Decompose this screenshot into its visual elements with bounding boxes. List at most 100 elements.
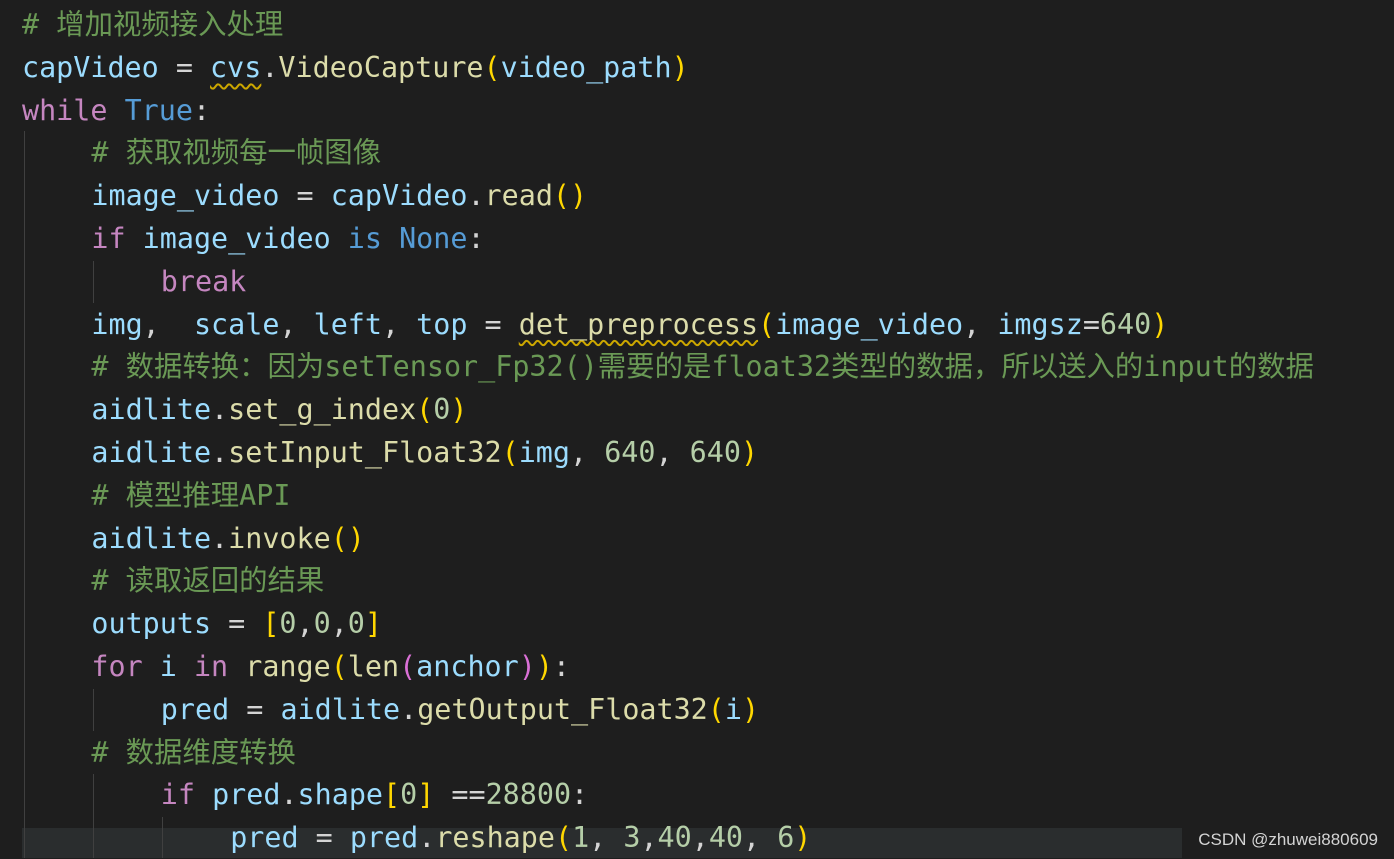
code-token: , <box>640 821 658 855</box>
code-token: 640 <box>1099 307 1152 341</box>
code-line[interactable]: pred = aidlite.getOutput_Float32(i) <box>161 689 759 731</box>
code-token: pred <box>160 692 230 726</box>
code-token: . <box>261 50 279 84</box>
code-token: getOutput_Float32 <box>417 692 708 726</box>
code-token: ( <box>501 436 519 469</box>
code-token: : <box>192 93 211 127</box>
code-line[interactable]: capVideo = cvs.VideoCapture(video_path) <box>22 47 689 89</box>
code-token: 40 <box>708 821 743 855</box>
code-token: () <box>330 521 365 555</box>
code-token: . <box>280 778 298 812</box>
code-token: image_video <box>91 179 280 213</box>
code-line[interactable]: # 读取返回的结果 <box>91 560 324 602</box>
code-token: ( <box>416 393 434 427</box>
code-token: : <box>571 778 589 812</box>
code-token: . <box>211 521 229 555</box>
code-line[interactable]: # 获取视频每一帧图像 <box>91 132 381 174</box>
code-token: image_video <box>142 222 331 255</box>
code-token: 1 <box>572 821 590 855</box>
code-line[interactable]: pred = pred.reshape(1, 3,40,40, 6) <box>230 817 811 859</box>
code-token: # 数据转换：因为setTensor_Fp32()需要的是float32类型的数… <box>91 350 1314 384</box>
csdn-watermark: CSDN @zhuwei880609 <box>1198 830 1378 849</box>
code-token: VideoCapture <box>278 50 484 84</box>
code-editor[interactable]: # 增加视频接入处理 capVideo = cvs.VideoCapture(vi… <box>0 0 1394 858</box>
code-token: video_path <box>500 50 672 84</box>
code-line[interactable]: # 增加视频接入处理 <box>22 4 283 46</box>
indent-guide <box>93 689 94 731</box>
code-token: # 增加视频接入处理 <box>22 8 284 41</box>
code-token: img <box>518 436 570 469</box>
code-token: imgsz <box>997 307 1083 341</box>
code-token: , <box>743 821 778 855</box>
code-token: ) <box>450 393 468 427</box>
indent-guide <box>93 261 94 303</box>
code-token: # 获取视频每一帧图像 <box>91 136 382 170</box>
code-line[interactable]: # 数据转换：因为setTensor_Fp32()需要的是float32类型的数… <box>91 346 1314 388</box>
code-token: () <box>552 179 588 213</box>
code-token: left <box>313 307 382 341</box>
code-token: in <box>193 650 229 683</box>
code-line[interactable]: aidlite.invoke() <box>91 518 365 560</box>
code-token: , <box>691 821 709 855</box>
code-line[interactable]: # 数据维度转换 <box>91 732 296 774</box>
code-token: ) <box>518 650 536 683</box>
code-token: outputs <box>91 607 212 641</box>
code-token: len <box>347 650 400 683</box>
code-token: cvs <box>210 50 262 84</box>
code-line[interactable]: outputs = [0,0,0] <box>91 603 382 645</box>
code-line[interactable]: img, scale, left, top = det_preprocess(i… <box>91 304 1168 346</box>
code-token: read <box>484 179 553 213</box>
code-line[interactable]: while True: <box>22 90 210 132</box>
code-token: = <box>1082 307 1100 341</box>
code-token: . <box>211 436 229 469</box>
code-token: aidlite <box>91 521 212 555</box>
code-line[interactable]: for i in range(len(anchor)): <box>91 646 570 688</box>
code-token: = <box>229 692 281 726</box>
code-token: set_g_index <box>228 393 417 427</box>
code-line[interactable]: break <box>161 261 246 303</box>
code-token: aidlite <box>91 393 212 427</box>
code-token: , <box>296 607 314 641</box>
code-token: 0 <box>313 607 331 641</box>
code-token: ] <box>364 607 382 641</box>
code-token: 0 <box>279 607 297 641</box>
code-token: top <box>416 307 468 341</box>
code-token: == <box>434 778 486 812</box>
indent-guide <box>93 774 94 858</box>
code-line[interactable]: # 模型推理API <box>91 475 290 517</box>
code-token: i <box>724 692 742 726</box>
code-token: ) <box>741 692 760 726</box>
indent-guide <box>162 817 163 858</box>
code-token: ( <box>707 692 725 726</box>
code-token: 640 <box>604 436 656 469</box>
code-token: 640 <box>689 436 741 469</box>
code-token: ( <box>330 650 348 683</box>
code-line[interactable]: if pred.shape[0] ==28800: <box>161 774 588 816</box>
code-token: ) <box>671 50 689 84</box>
code-token: # 数据维度转换 <box>91 735 296 769</box>
code-line[interactable]: if image_video is None: <box>91 218 484 260</box>
code-token: ) <box>1151 307 1169 341</box>
code-line[interactable]: image_video = capVideo.read() <box>91 175 587 217</box>
code-token: if <box>91 222 126 255</box>
code-line[interactable]: aidlite.setInput_Float32(img, 640, 640) <box>91 432 758 474</box>
code-token: 3 <box>623 821 641 855</box>
code-token: = <box>298 821 350 855</box>
code-token: 0 <box>347 607 365 641</box>
code-token: is <box>347 222 382 255</box>
code-token: capVideo <box>22 50 159 84</box>
code-token: if <box>160 778 195 812</box>
code-token: = <box>467 307 519 341</box>
code-token: True <box>124 93 193 127</box>
code-token: None <box>399 222 468 255</box>
code-token: . <box>418 821 436 855</box>
code-token: ( <box>399 650 417 683</box>
code-line[interactable]: aidlite.set_g_index(0) <box>91 389 467 431</box>
code-token: ( <box>758 307 776 341</box>
